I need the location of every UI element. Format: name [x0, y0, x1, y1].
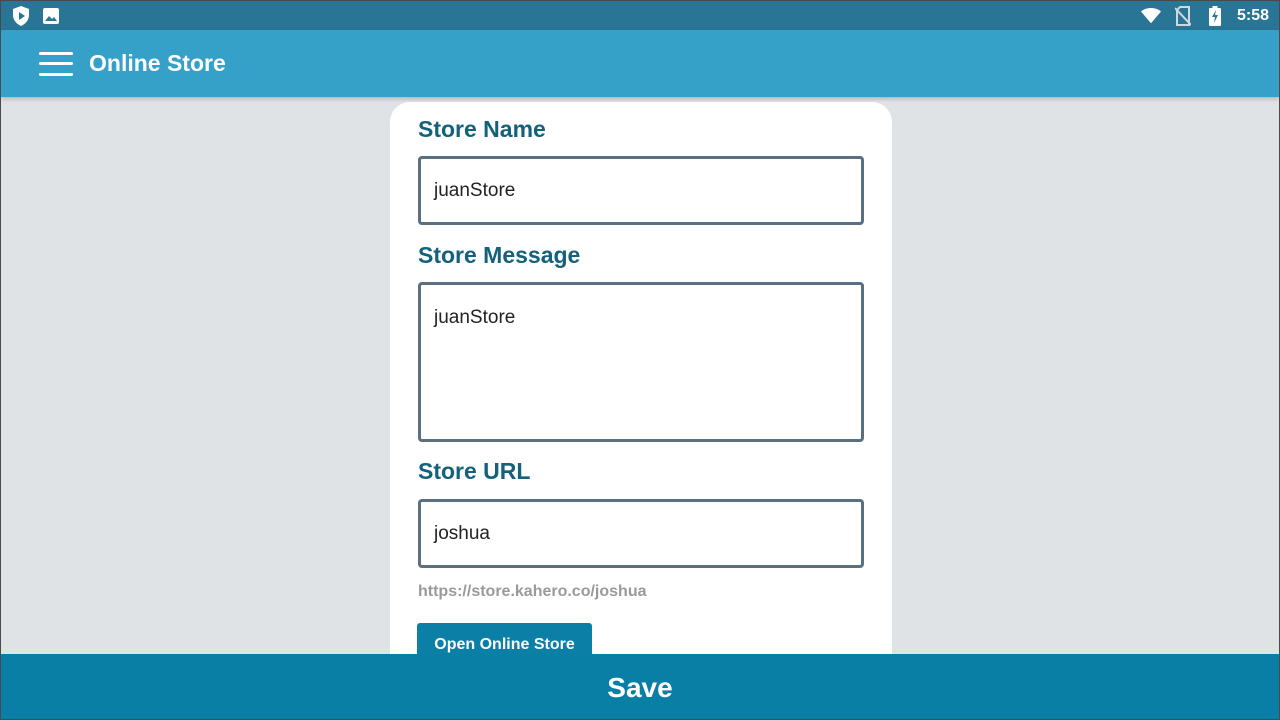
- shield-play-icon: [11, 5, 31, 26]
- status-left-icons: [11, 5, 61, 26]
- store-message-input[interactable]: juanStore: [418, 282, 864, 442]
- battery-charging-icon: [1205, 5, 1225, 26]
- status-bar: 5:58: [1, 1, 1279, 30]
- status-time: 5:58: [1236, 6, 1269, 24]
- store-url-label: Store URL: [418, 458, 531, 484]
- store-url-preview: https://store.kahero.co/joshua: [418, 583, 647, 600]
- store-url-input[interactable]: joshua: [418, 499, 864, 568]
- store-settings-card: Store Name juanStore Store Message juanS…: [390, 102, 892, 702]
- save-button[interactable]: Save: [1, 654, 1279, 719]
- no-sim-icon: [1173, 5, 1193, 26]
- hamburger-menu-icon[interactable]: [39, 51, 73, 76]
- status-right-icons: 5:58: [1140, 5, 1269, 26]
- app-title: Online Store: [89, 50, 226, 76]
- store-name-input[interactable]: juanStore: [418, 156, 864, 225]
- image-icon: [41, 6, 61, 26]
- wifi-icon: [1140, 6, 1161, 26]
- store-name-label: Store Name: [418, 116, 546, 142]
- app-bar: Online Store: [1, 30, 1279, 97]
- store-message-label: Store Message: [418, 242, 581, 268]
- screen: 5:58 Online Store Store Name juanStore S…: [0, 0, 1280, 720]
